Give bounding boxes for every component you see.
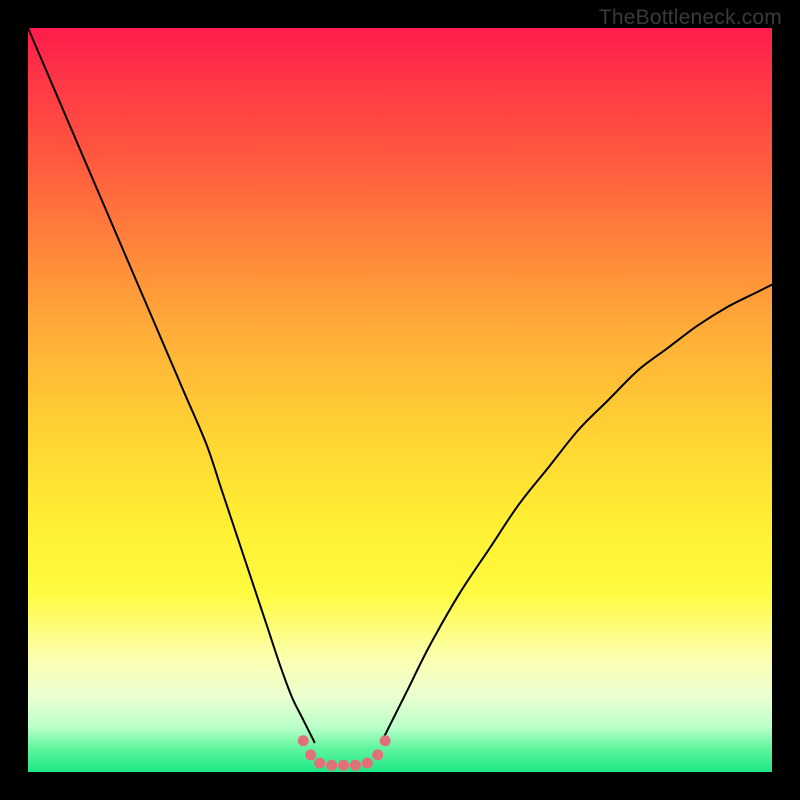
chart-svg <box>28 28 772 772</box>
marker-valley-markers <box>305 749 316 760</box>
curve-right-curve <box>381 285 772 743</box>
chart-stage: TheBottleneck.com <box>0 0 800 800</box>
marker-valley-markers <box>338 760 349 771</box>
watermark-text: TheBottleneck.com <box>599 6 782 30</box>
marker-valley-markers <box>372 749 383 760</box>
marker-valley-markers <box>314 758 325 769</box>
marker-valley-markers <box>298 735 309 746</box>
plot-area <box>28 28 772 772</box>
marker-valley-markers <box>350 760 361 771</box>
series-group <box>28 28 772 771</box>
marker-valley-markers <box>362 758 373 769</box>
curve-left-curve <box>28 28 314 742</box>
marker-valley-markers <box>326 760 337 771</box>
marker-valley-markers <box>380 735 391 746</box>
